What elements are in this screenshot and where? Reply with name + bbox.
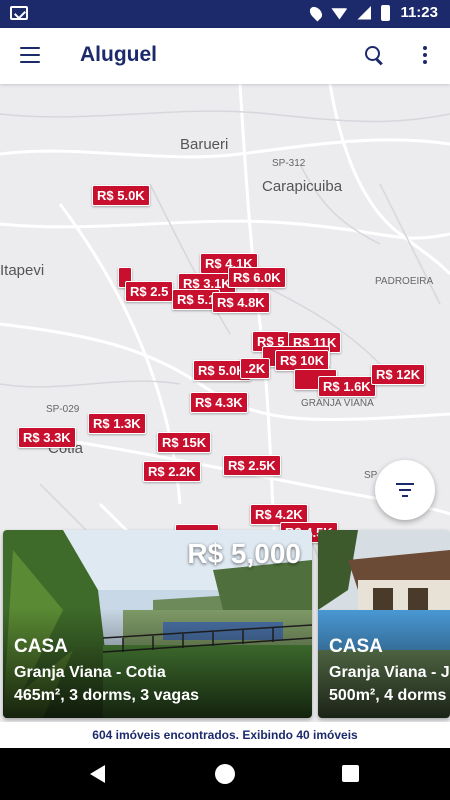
price-marker[interactable]: R$ 1.6K: [318, 376, 376, 397]
map-place-label: Itapevi: [0, 262, 45, 279]
price-marker[interactable]: R$ 2.5K: [223, 455, 281, 476]
map-road-label: SP-312: [272, 158, 306, 169]
price-marker[interactable]: R$ 2.5: [125, 281, 174, 302]
map-road-label: SP: [364, 470, 378, 481]
app-bar: Aluguel: [0, 28, 450, 84]
card-price: R$ 5,000: [187, 538, 301, 569]
page-title: Aluguel: [80, 43, 157, 66]
signal-icon: [357, 5, 372, 20]
card-type: CASA: [14, 636, 68, 657]
card-type: CASA: [329, 636, 383, 657]
price-marker[interactable]: R$ 2.2K: [143, 461, 201, 482]
map-place-label: Barueri: [180, 136, 229, 153]
filter-button[interactable]: [375, 460, 435, 520]
status-time: 11:23: [400, 4, 438, 21]
location-icon: [307, 4, 325, 21]
menu-icon[interactable]: [20, 47, 40, 63]
property-card[interactable]: CASA Granja Viana - J 500m², 4 dorms: [318, 530, 450, 718]
price-marker[interactable]: R$ 4.8K: [212, 292, 270, 313]
back-icon[interactable]: [90, 765, 105, 783]
card-location: Granja Viana - J: [329, 664, 450, 681]
map-place-label: GRANJA VIANA: [301, 398, 374, 409]
search-icon[interactable]: [364, 45, 386, 67]
recent-apps-icon[interactable]: [342, 765, 359, 782]
wifi-icon: [331, 8, 348, 20]
price-marker[interactable]: R$ 1.3K: [88, 413, 146, 434]
status-bar: 11:23: [0, 0, 450, 28]
card-features: 465m², 3 dorms, 3 vagas: [14, 687, 199, 704]
card-location: Granja Viana - Cotia: [14, 664, 166, 681]
filter-icon: [396, 483, 414, 497]
price-marker[interactable]: R$ 10K: [275, 350, 330, 371]
price-marker[interactable]: R$ 5.0K: [92, 185, 150, 206]
home-icon[interactable]: [215, 764, 235, 784]
price-marker[interactable]: R$ 12K: [371, 364, 426, 385]
price-marker[interactable]: R$ 6.0K: [228, 267, 286, 288]
system-nav-bar: [0, 748, 450, 800]
price-marker[interactable]: .2K: [240, 358, 271, 379]
property-card[interactable]: R$ 5,000 CASA Granja Viana - Cotia 465m²…: [3, 530, 312, 718]
price-marker[interactable]: R$ 15K: [157, 432, 212, 453]
results-summary: 604 imóveis encontrados. Exibindo 40 imó…: [0, 722, 450, 748]
map-road-label: SP-029: [46, 404, 80, 415]
map-place-label: Carapicuiba: [262, 178, 343, 195]
price-marker[interactable]: R$ 3.3K: [18, 427, 76, 448]
card-features: 500m², 4 dorms: [329, 687, 447, 704]
more-options-icon[interactable]: [423, 46, 429, 66]
gallery-notification-icon: [10, 6, 28, 20]
battery-icon: [381, 4, 391, 21]
price-marker[interactable]: R$ 4.3K: [190, 392, 248, 413]
map-place-label: PADROEIRA: [375, 276, 434, 287]
